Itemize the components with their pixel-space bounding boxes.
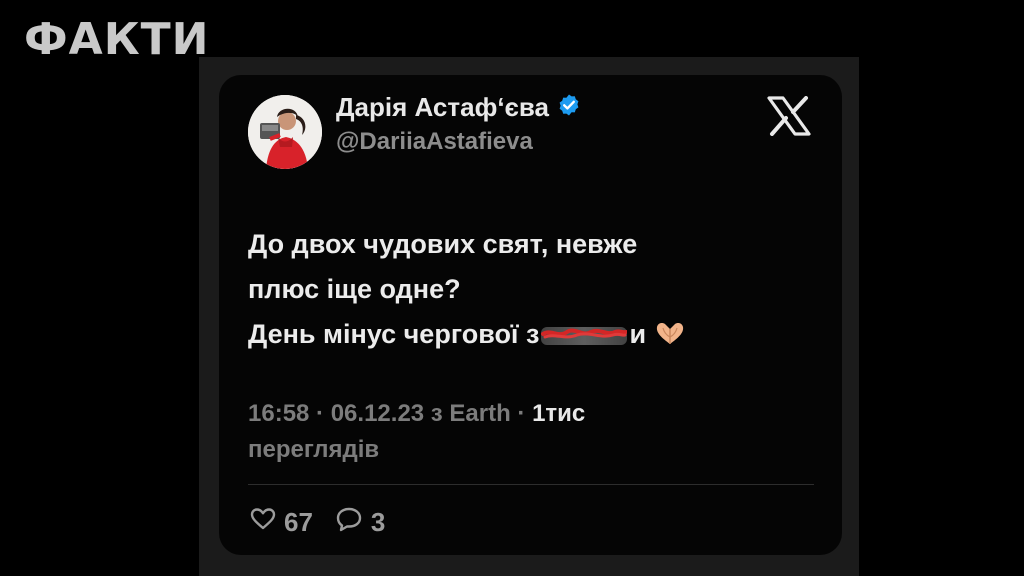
like-button[interactable]: 67 <box>250 507 313 538</box>
divider <box>248 484 814 485</box>
x-logo-icon[interactable] <box>766 96 812 136</box>
author-name[interactable]: Дарія Астаф‘єва <box>336 92 549 123</box>
author-handle[interactable]: @DariiaAstafieva <box>336 128 533 156</box>
avatar[interactable] <box>248 95 322 169</box>
like-count: 67 <box>284 506 313 537</box>
tweet-line-1: До двох чудових свят, невже <box>248 229 638 259</box>
tweet-actions: 67 3 <box>250 505 407 539</box>
tweet-text: До двох чудових свят, невже плюс іще одн… <box>248 222 808 360</box>
heart-hands-emoji-icon <box>654 315 686 360</box>
tweet-meta: 16:58 · 06.12.23 з Earth · 1тис перегляд… <box>248 396 708 468</box>
tweet-line-3-suffix: и <box>629 319 647 349</box>
fakty-logo: ФАКТИ <box>24 14 210 65</box>
reply-bubble-icon <box>335 506 363 539</box>
tweet-line-3-prefix: День мінус чергової з <box>248 319 540 349</box>
redacted-word <box>541 321 628 347</box>
verified-badge-icon <box>557 93 581 122</box>
reply-button[interactable]: 3 <box>335 506 385 539</box>
timestamp-source[interactable]: 16:58 · 06.12.23 з Earth · <box>248 400 532 427</box>
heart-icon <box>250 507 276 538</box>
author-row: Дарія Астаф‘єва <box>336 92 581 122</box>
tweet-line-3: День мінус чергової з и <box>248 312 808 360</box>
reply-count: 3 <box>370 506 386 537</box>
tweet-line-2: плюс іще одне? <box>248 274 461 304</box>
views-label: переглядів <box>248 436 380 463</box>
views-count: 1тис <box>532 400 586 427</box>
